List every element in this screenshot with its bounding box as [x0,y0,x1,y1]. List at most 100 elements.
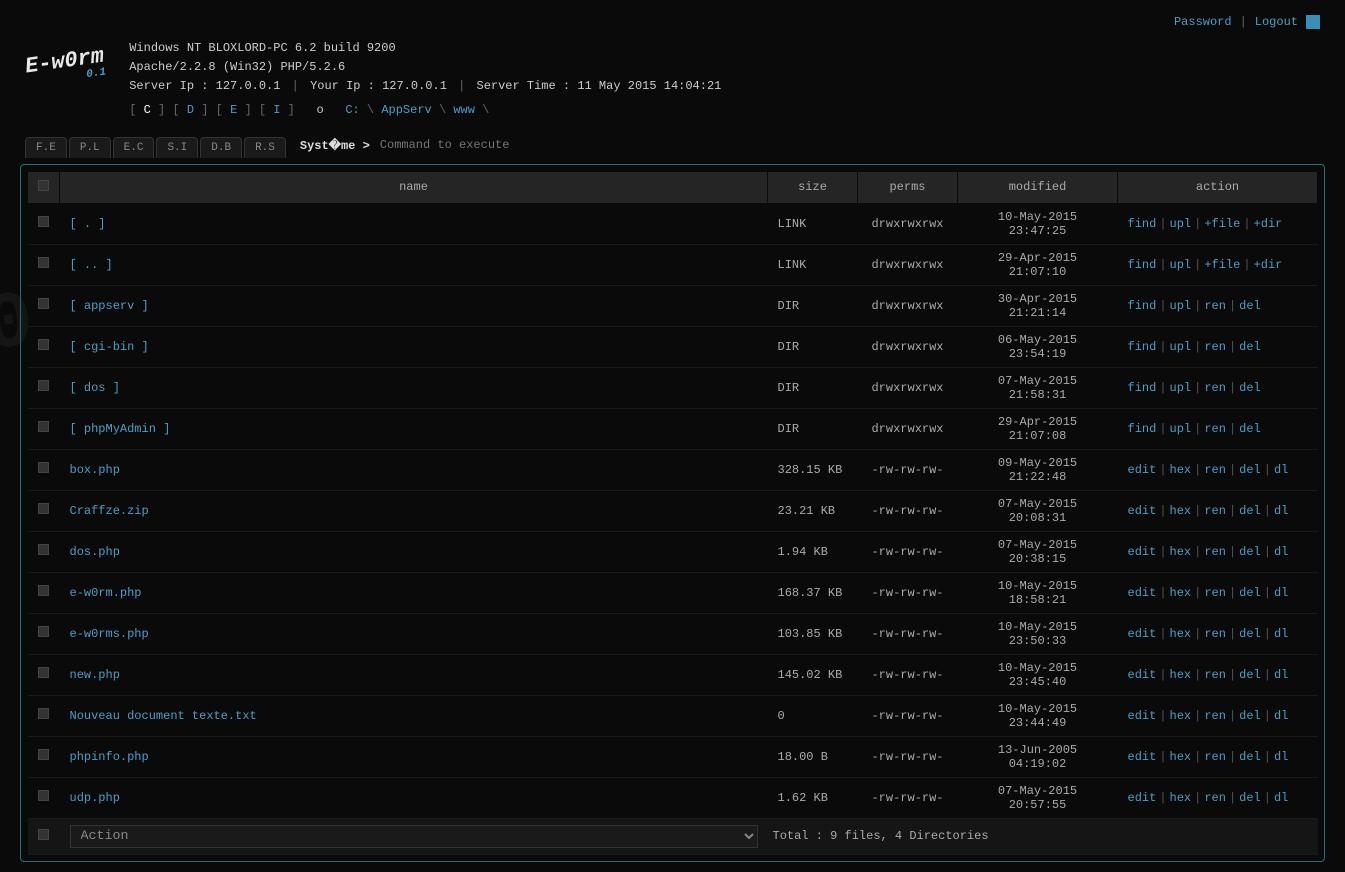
action-dl[interactable]: dl [1274,463,1288,477]
action-del[interactable]: del [1239,422,1261,436]
action-find[interactable]: find [1128,381,1157,395]
action-ren[interactable]: ren [1204,627,1226,641]
action-edit[interactable]: edit [1128,791,1157,805]
header-perms[interactable]: perms [858,171,958,203]
action-hex[interactable]: hex [1170,504,1192,518]
file-name[interactable]: Craffze.zip [60,490,768,531]
action-hex[interactable]: hex [1170,791,1192,805]
action-find[interactable]: find [1128,299,1157,313]
row-checkbox[interactable] [28,531,60,572]
tab-db[interactable]: D.B [200,137,242,158]
file-name[interactable]: e-w0rm.php [60,572,768,613]
action-dl[interactable]: dl [1274,545,1288,559]
path-segment[interactable]: www [453,103,475,117]
action-edit[interactable]: edit [1128,586,1157,600]
action-hex[interactable]: hex [1170,750,1192,764]
footer-checkbox[interactable] [28,818,60,854]
header-size[interactable]: size [768,171,858,203]
action-edit[interactable]: edit [1128,545,1157,559]
status-square-icon[interactable] [1306,15,1320,29]
logout-link[interactable]: Logout [1255,15,1298,29]
action-ren[interactable]: ren [1204,586,1226,600]
tab-ec[interactable]: E.C [113,137,155,158]
action-del[interactable]: del [1239,668,1261,682]
row-checkbox[interactable] [28,285,60,326]
action-plus-file[interactable]: +file [1204,258,1240,272]
action-edit[interactable]: edit [1128,463,1157,477]
file-name[interactable]: [ . ] [60,203,768,244]
action-edit[interactable]: edit [1128,668,1157,682]
action-ren[interactable]: ren [1204,791,1226,805]
action-hex[interactable]: hex [1170,668,1192,682]
action-del[interactable]: del [1239,750,1261,764]
action-hex[interactable]: hex [1170,545,1192,559]
action-upl[interactable]: upl [1170,258,1192,272]
action-dl[interactable]: dl [1274,668,1288,682]
file-name[interactable]: e-w0rms.php [60,613,768,654]
row-checkbox[interactable] [28,244,60,285]
row-checkbox[interactable] [28,449,60,490]
header-name[interactable]: name [60,171,768,203]
row-checkbox[interactable] [28,695,60,736]
tab-rs[interactable]: R.S [244,137,286,158]
action-edit[interactable]: edit [1128,750,1157,764]
action-dl[interactable]: dl [1274,586,1288,600]
file-name[interactable]: Nouveau document texte.txt [60,695,768,736]
path-segment[interactable]: AppServ [381,103,431,117]
header-modified[interactable]: modified [958,171,1118,203]
drive-D[interactable]: D [187,103,194,117]
action-ren[interactable]: ren [1204,463,1226,477]
file-name[interactable]: [ phpMyAdmin ] [60,408,768,449]
action-ren[interactable]: ren [1204,299,1226,313]
row-checkbox[interactable] [28,572,60,613]
action-dl[interactable]: dl [1274,791,1288,805]
action-del[interactable]: del [1239,545,1261,559]
action-upl[interactable]: upl [1170,381,1192,395]
action-edit[interactable]: edit [1128,709,1157,723]
bulk-action-select[interactable]: Action [70,825,758,848]
action-hex[interactable]: hex [1170,709,1192,723]
action-ren[interactable]: ren [1204,340,1226,354]
file-name[interactable]: dos.php [60,531,768,572]
file-name[interactable]: [ appserv ] [60,285,768,326]
password-link[interactable]: Password [1174,15,1232,29]
row-checkbox[interactable] [28,654,60,695]
row-checkbox[interactable] [28,326,60,367]
file-name[interactable]: new.php [60,654,768,695]
tab-pl[interactable]: P.L [69,137,111,158]
action-del[interactable]: del [1239,299,1261,313]
action-del[interactable]: del [1239,627,1261,641]
action-plus-dir[interactable]: +dir [1254,258,1283,272]
row-checkbox[interactable] [28,408,60,449]
tab-fe[interactable]: F.E [25,137,67,158]
file-name[interactable]: [ dos ] [60,367,768,408]
action-ren[interactable]: ren [1204,545,1226,559]
action-del[interactable]: del [1239,504,1261,518]
header-checkbox[interactable] [28,171,60,203]
action-upl[interactable]: upl [1170,299,1192,313]
action-del[interactable]: del [1239,463,1261,477]
row-checkbox[interactable] [28,203,60,244]
action-plus-dir[interactable]: +dir [1254,217,1283,231]
action-ren[interactable]: ren [1204,504,1226,518]
action-del[interactable]: del [1239,586,1261,600]
action-ren[interactable]: ren [1204,422,1226,436]
tab-si[interactable]: S.I [156,137,198,158]
path-segment[interactable]: C: [345,103,359,117]
action-del[interactable]: del [1239,340,1261,354]
action-ren[interactable]: ren [1204,381,1226,395]
row-checkbox[interactable] [28,736,60,777]
action-hex[interactable]: hex [1170,586,1192,600]
action-ren[interactable]: ren [1204,668,1226,682]
action-find[interactable]: find [1128,340,1157,354]
action-find[interactable]: find [1128,217,1157,231]
action-ren[interactable]: ren [1204,709,1226,723]
action-hex[interactable]: hex [1170,627,1192,641]
action-find[interactable]: find [1128,258,1157,272]
row-checkbox[interactable] [28,777,60,818]
action-dl[interactable]: dl [1274,504,1288,518]
action-del[interactable]: del [1239,381,1261,395]
action-find[interactable]: find [1128,422,1157,436]
file-name[interactable]: phpinfo.php [60,736,768,777]
action-edit[interactable]: edit [1128,627,1157,641]
